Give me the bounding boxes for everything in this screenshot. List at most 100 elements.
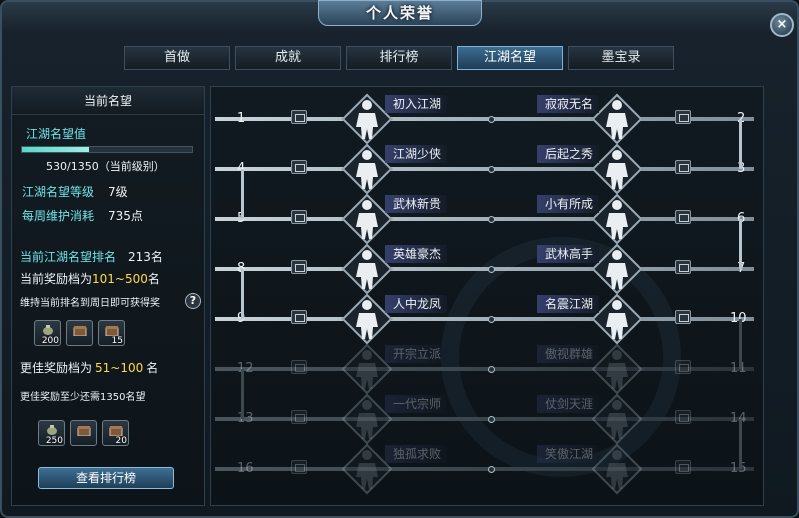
warrior-figure-icon — [592, 393, 642, 443]
close-button[interactable]: × — [770, 13, 794, 37]
reward-box-icon[interactable] — [675, 160, 691, 174]
tab-bar: 首做 成就 排行榜 江湖名望 墨宝录 — [124, 46, 674, 70]
title-name: 武林高手 — [537, 245, 600, 263]
title-name: 小有所成 — [537, 195, 600, 213]
reward-box-icon[interactable] — [291, 310, 307, 324]
rep-value: 530/1350（当前级别） — [46, 160, 165, 173]
reward-box-icon[interactable] — [675, 210, 691, 224]
reward-box-icon[interactable] — [291, 210, 307, 224]
panel-header: 当前名望 — [12, 87, 204, 115]
title-name: 人中龙凤 — [385, 295, 448, 313]
title-name: 开宗立派 — [385, 345, 448, 363]
path-node — [488, 166, 495, 173]
title-number: 16 — [237, 461, 254, 476]
pouch-icon — [43, 325, 53, 335]
path-connector — [241, 269, 244, 319]
warrior-figure-icon — [592, 343, 642, 393]
upkeep-value: 735点 — [108, 209, 143, 223]
tab-leaderboard[interactable]: 排行榜 — [346, 46, 452, 70]
rep-label: 江湖名望值 — [26, 127, 87, 141]
chest-icon — [77, 426, 91, 436]
title-name: 武林新贵 — [385, 195, 448, 213]
path-node — [488, 466, 495, 473]
warrior-figure-icon — [592, 293, 642, 343]
reputation-summary-panel: 当前名望 江湖名望值 530/1350（当前级别） 江湖名望等级 7级 每周维护… — [11, 86, 205, 506]
reward-item-chest[interactable] — [70, 420, 97, 446]
reward-count: 250 — [45, 436, 63, 446]
reward-item-chest[interactable] — [66, 320, 93, 346]
reward-box-icon[interactable] — [291, 410, 307, 424]
rank-value: 213名 — [128, 250, 163, 264]
reward-box-icon[interactable] — [291, 160, 307, 174]
better-value: 51~100 — [95, 361, 144, 375]
path-node — [488, 416, 495, 423]
reward-item-currency[interactable]: 250 — [38, 420, 65, 446]
tier-suffix: 名 — [147, 272, 160, 286]
path-connector — [241, 369, 244, 419]
reward-box-icon[interactable] — [291, 360, 307, 374]
title-name: 后起之秀 — [537, 145, 600, 163]
title-number: 1 — [237, 111, 246, 126]
rank-label: 当前江湖名望排名 — [20, 250, 117, 264]
reward-count: 200 — [41, 336, 59, 346]
reward-box-icon[interactable] — [675, 260, 691, 274]
reward-box-icon[interactable] — [291, 260, 307, 274]
title-name: 寂寂无名 — [537, 95, 600, 113]
reputation-path-panel: 12初入江湖寂寂无名43江湖少侠后起之秀56武林新贵小有所成87英雄豪杰武林高手… — [210, 86, 764, 506]
reward-item-chest-stack[interactable]: 20 — [102, 420, 129, 446]
tab-achievements[interactable]: 成就 — [235, 46, 341, 70]
tier-value: 101~500 — [92, 272, 148, 286]
warrior-figure-icon — [592, 193, 642, 243]
path-connector — [241, 169, 244, 219]
path-connector — [739, 219, 742, 269]
tab-shouzuo[interactable]: 首做 — [124, 46, 230, 70]
title-name: 傲视群雄 — [537, 345, 600, 363]
rep-progress-bar — [21, 146, 193, 153]
chest-icon — [73, 326, 87, 336]
title-name: 英雄豪杰 — [385, 245, 448, 263]
title-name: 江湖少侠 — [385, 145, 448, 163]
title-name: 初入江湖 — [385, 95, 448, 113]
path-connector — [739, 419, 742, 469]
reward-box-icon[interactable] — [291, 460, 307, 474]
reward-box-icon[interactable] — [291, 110, 307, 124]
path-node — [488, 266, 495, 273]
better-note: 更佳奖励至少还需1350名望 — [20, 392, 146, 403]
warrior-figure-icon — [592, 243, 642, 293]
better-prefix: 更佳奖励档为 — [20, 361, 93, 375]
title-name: 笑傲江湖 — [537, 445, 600, 463]
path-node — [488, 316, 495, 323]
tier-prefix: 当前奖励档为 — [20, 272, 93, 286]
help-icon[interactable]: ? — [185, 293, 201, 309]
path-node — [488, 366, 495, 373]
view-leaderboard-button[interactable]: 查看排行榜 — [38, 467, 174, 489]
reward-count: 15 — [111, 336, 123, 346]
path-node — [488, 216, 495, 223]
warrior-figure-icon — [592, 443, 642, 493]
path-connector — [739, 119, 742, 169]
path-connector — [739, 319, 742, 369]
reward-box-icon[interactable] — [675, 110, 691, 124]
title-name: 仗剑天涯 — [537, 395, 600, 413]
chest-icon — [105, 326, 119, 336]
reward-box-icon[interactable] — [675, 360, 691, 374]
tab-reputation[interactable]: 江湖名望 — [457, 46, 563, 70]
level-label: 江湖名望等级 — [22, 185, 95, 199]
tab-calligraphy[interactable]: 墨宝录 — [568, 46, 674, 70]
window-title-plate: 个人荣誉 — [318, 0, 482, 26]
reward-box-icon[interactable] — [675, 310, 691, 324]
reward-box-icon[interactable] — [675, 410, 691, 424]
better-suffix: 名 — [146, 361, 159, 375]
reward-item-chest-stack[interactable]: 15 — [98, 320, 125, 346]
pouch-icon — [47, 425, 57, 435]
title-number: 13 — [237, 411, 254, 426]
warrior-figure-icon — [592, 143, 642, 193]
upkeep-label: 每周维护消耗 — [22, 209, 95, 223]
title-name: 名震江湖 — [537, 295, 600, 313]
reward-item-currency[interactable]: 200 — [34, 320, 61, 346]
level-value: 7级 — [108, 185, 128, 199]
reward-box-icon[interactable] — [675, 460, 691, 474]
keep-note: 维持当前排名到周日即可获得奖 — [20, 298, 160, 309]
warrior-figure-icon — [592, 93, 642, 143]
path-node — [488, 116, 495, 123]
